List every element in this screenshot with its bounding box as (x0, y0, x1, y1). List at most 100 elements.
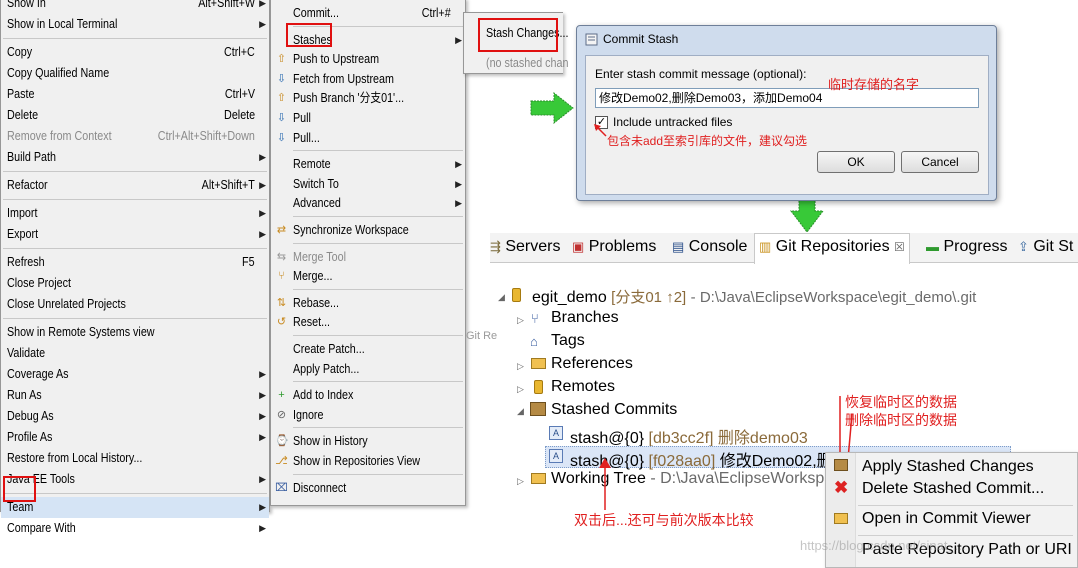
git-re-partial: Git Re (466, 330, 498, 342)
menu-item-copy[interactable]: Copy Ctrl+C (1, 42, 269, 63)
project-context-menu: Show In Alt+Shift+W ▶ Show in Local Termina… (0, 0, 270, 535)
submenu-arrow-icon: ▶ (259, 432, 266, 442)
apply-stashed-changes-item[interactable]: Apply Stashed Changes (862, 458, 1034, 476)
menu-item-label: Remove from Context (7, 129, 112, 143)
collapse-icon[interactable]: ◢ (498, 292, 505, 303)
ok-button[interactable]: OK (817, 151, 895, 173)
team-item-fetch-from-upstream[interactable]: ⇩ Fetch from Upstream (271, 69, 465, 90)
menu-item-team[interactable]: Team ▶ (1, 497, 269, 518)
stashed-commits-node[interactable]: Stashed Commits (551, 401, 677, 419)
menu-item-show-in-local-terminal[interactable]: Show in Local Terminal ▶ (1, 14, 269, 35)
tab-git-staging[interactable]: ⇪ Git St (1018, 238, 1073, 256)
team-item-push-branch-01[interactable]: ⇧ Push Branch '分支01'... (271, 88, 465, 109)
team-item-pull[interactable]: ⇩ Pull... (271, 128, 465, 149)
close-icon[interactable]: ☒ (894, 240, 905, 254)
team-item-commit[interactable]: Commit... Ctrl+# (271, 3, 465, 24)
collapse-icon[interactable]: ◢ (517, 406, 524, 417)
team-item-advanced[interactable]: Advanced ▶ (271, 193, 465, 214)
menu-item-restore-from-local-history[interactable]: Restore from Local History... (1, 448, 269, 469)
menu-item-close-unrelated-projects[interactable]: Close Unrelated Projects (1, 294, 269, 315)
team-item-apply-patch[interactable]: Apply Patch... (271, 359, 465, 380)
menu-item-label: Profile As (7, 430, 53, 444)
tab-git-repositories[interactable]: ▥ Git Repositories ☒ (754, 233, 910, 264)
menu-item-profile-as[interactable]: Profile As ▶ (1, 427, 269, 448)
expand-icon[interactable]: ▷ (517, 384, 524, 395)
menu-item-label: Delete (7, 108, 39, 122)
team-item-reset[interactable]: ↺ Reset... (271, 312, 465, 333)
menu-item-label: Merge... (293, 269, 333, 284)
menu-item-label: Commit... (293, 6, 339, 20)
team-item-merge[interactable]: ⑂ Merge... (271, 266, 465, 287)
git-repositories-icon: ▥ (759, 239, 772, 254)
menu-item-run-as[interactable]: Run As ▶ (1, 385, 269, 406)
cancel-button[interactable]: Cancel (901, 151, 979, 173)
menu-item-java-ee-tools[interactable]: Java EE Tools ▶ (1, 469, 269, 490)
stash-entry[interactable]: stash@{0} [db3cc2f] 删除demo03 (570, 424, 808, 448)
menu-item-coverage-as[interactable]: Coverage As ▶ (1, 364, 269, 385)
team-item-ignore[interactable]: ⊘ Ignore (271, 405, 465, 426)
menu-item-paste[interactable]: Paste Ctrl+V (1, 84, 269, 105)
repo-node[interactable]: egit_demo [分支01 ↑2] - D:\Java\EclipseWor… (532, 286, 976, 307)
menu-item-export[interactable]: Export ▶ (1, 224, 269, 245)
view-tabs: ⇶ Servers ▣ Problems ▤ Console ▥ Git Rep… (490, 233, 1078, 264)
menu-separator (293, 473, 463, 475)
expand-icon[interactable]: ▷ (517, 476, 524, 487)
menu-item-copy-qualified-name[interactable]: Copy Qualified Name (1, 63, 269, 84)
folder-icon (531, 473, 546, 484)
open-commit-viewer-item[interactable]: Open in Commit Viewer (862, 510, 1031, 528)
menu-item-validate[interactable]: Validate (1, 343, 269, 364)
expand-icon[interactable]: ▷ (517, 361, 524, 372)
expand-icon[interactable]: ▷ (517, 315, 524, 326)
tab-progress-label: Progress (943, 238, 1008, 255)
menu-item-label: Refresh (7, 255, 45, 269)
team-item-icon: ⎇ (275, 455, 288, 467)
menu-item-delete[interactable]: Delete Delete (1, 105, 269, 126)
menu-item-import[interactable]: Import ▶ (1, 203, 269, 224)
remotes-node[interactable]: Remotes (551, 378, 615, 396)
menu-separator (3, 493, 267, 494)
team-item-rebase[interactable]: ⇅ Rebase... (271, 293, 465, 314)
menu-item-label: Rebase... (293, 295, 340, 310)
menu-item-refactor[interactable]: Refactor Alt+Shift+T ▶ (1, 175, 269, 196)
menu-item-compare-with[interactable]: Compare With ▶ (1, 518, 269, 539)
team-item-disconnect[interactable]: ⌧ Disconnect (271, 478, 465, 499)
menu-item-label: Advanced (293, 196, 341, 211)
menu-item-label: Close Project (7, 276, 71, 290)
menu-item-show-in[interactable]: Show In Alt+Shift+W ▶ (1, 0, 269, 14)
menu-separator (293, 335, 463, 336)
team-item-switch-to[interactable]: Switch To ▶ (271, 174, 465, 195)
team-item-remote[interactable]: Remote ▶ (271, 154, 465, 175)
menu-item-refresh[interactable]: Refresh F5 (1, 252, 269, 273)
menu-item-debug-as[interactable]: Debug As ▶ (1, 406, 269, 427)
menu-item-show-in-remote-systems-view[interactable]: Show in Remote Systems view (1, 322, 269, 343)
menu-item-build-path[interactable]: Build Path ▶ (1, 147, 269, 168)
tab-progress[interactable]: ▬ Progress (926, 238, 1007, 256)
team-item-show-in-repositories-view[interactable]: ⎇ Show in Repositories View (271, 451, 465, 472)
tab-problems[interactable]: ▣ Problems (572, 238, 656, 256)
tags-node[interactable]: Tags (551, 332, 585, 350)
stash-name: stash@{0} (570, 430, 645, 447)
submenu-arrow-icon: ▶ (259, 229, 266, 239)
tab-console[interactable]: ▤ Console (672, 238, 747, 256)
menu-item-label: Validate (7, 346, 46, 360)
menu-item-close-project[interactable]: Close Project (1, 273, 269, 294)
menu-item-label: Paste (7, 87, 35, 101)
team-item-create-patch[interactable]: Create Patch... (271, 339, 465, 360)
menu-separator (3, 248, 267, 249)
team-item-push-to-upstream[interactable]: ⇧ Push to Upstream (271, 49, 465, 70)
menu-item-label: Push Branch '分支01'... (293, 91, 405, 106)
stash-message-input[interactable]: 修改Demo02,删除Demo03，添加Demo04 (595, 88, 979, 108)
repo-path: - D:\Java\EclipseWorkspace\egit_demo\.gi… (690, 289, 977, 306)
annotation-double-click: 双击后...还可与前次版本比较 (574, 512, 754, 528)
tab-servers[interactable]: ⇶ Servers (490, 238, 560, 256)
references-node[interactable]: References (551, 355, 633, 373)
team-item-add-to-index[interactable]: + Add to Index (271, 385, 465, 406)
team-item-show-in-history[interactable]: ⌚ Show in History (271, 431, 465, 452)
delete-stashed-commit-item[interactable]: Delete Stashed Commit... (862, 480, 1044, 498)
stashes-highlight (286, 23, 332, 47)
branches-node[interactable]: Branches (551, 309, 619, 327)
team-item-merge-tool: ⇆ Merge Tool (271, 247, 465, 268)
working-tree-node[interactable]: Working Tree - D:\Java\EclipseWorksp (551, 470, 824, 488)
team-item-pull[interactable]: ⇩ Pull (271, 108, 465, 129)
team-item-synchronize-workspace[interactable]: ⇄ Synchronize Workspace (271, 220, 465, 241)
